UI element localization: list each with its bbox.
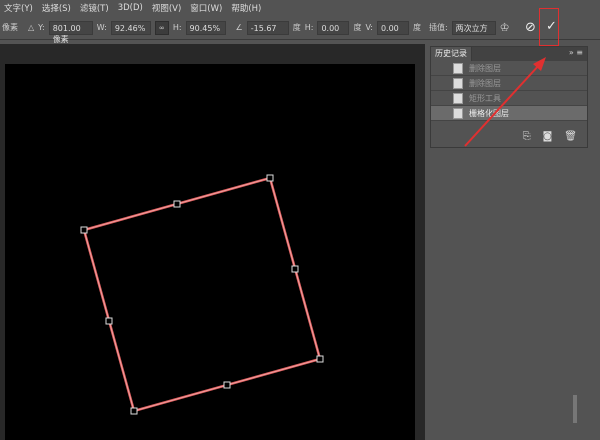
annotation-arrow [464, 57, 546, 147]
